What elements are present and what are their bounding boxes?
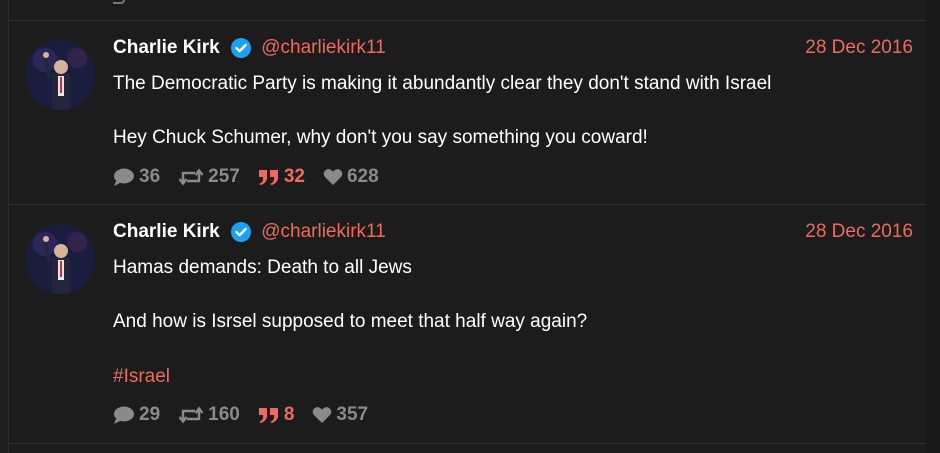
like-count[interactable]: 357 — [312, 404, 368, 426]
quote-count-value: 32 — [283, 166, 305, 187]
retweet-count-value: 257 — [208, 166, 240, 187]
tweet-header: Charlie Kirk @charliekirk11 28 Dec 2016 — [113, 221, 913, 247]
tweet-header: Charlie Kirk @charliekirk11 28 Dec 2016 — [113, 37, 913, 63]
like-count-value: 357 — [336, 404, 369, 425]
author-name[interactable]: Charlie Kirk — [113, 37, 220, 58]
like-count[interactable]: 628 — [323, 166, 379, 188]
comment-icon — [114, 168, 134, 186]
tweet-text-line: Hey Chuck Schumer, why don't you say som… — [113, 127, 648, 148]
author-handle[interactable]: @charliekirk11 — [261, 37, 386, 58]
retweet-count[interactable]: 160 — [178, 404, 240, 426]
reply-count-value: 36 — [139, 166, 161, 187]
tweet-feed: Charlie Kirk @charliekirk11 28 Dec 2016 … — [8, 0, 926, 453]
avatar[interactable] — [25, 40, 95, 110]
tweet-card[interactable]: Charlie Kirk @charliekirk11 28 Dec 2016 … — [9, 21, 925, 205]
tweet-text-line: And how is Isrsel supposed to meet that … — [113, 311, 588, 332]
like-count-value: 628 — [346, 166, 379, 187]
previous-tweet-stub — [9, 0, 925, 21]
tweet-stats: 36 257 32 628 — [113, 166, 397, 188]
comment-icon — [114, 406, 134, 424]
hashtag-link[interactable]: #Israel — [113, 366, 903, 388]
retweet-count[interactable]: 257 — [178, 166, 240, 188]
quote-count[interactable]: 8 — [258, 404, 295, 426]
retweet-count-value: 160 — [208, 404, 240, 425]
reply-count[interactable]: 36 — [113, 166, 160, 188]
reply-count[interactable]: 29 — [113, 404, 160, 426]
retweet-icon — [178, 406, 204, 424]
quote-icon — [258, 170, 278, 185]
quote-count-value: 8 — [283, 404, 295, 425]
author-name[interactable]: Charlie Kirk — [113, 221, 220, 242]
verified-badge-icon — [230, 222, 251, 242]
retweet-icon — [178, 168, 204, 186]
tweet-text-line: Hamas demands: Death to all Jews — [113, 257, 412, 278]
heart-icon — [313, 407, 332, 423]
reply-count-value: 29 — [139, 404, 161, 425]
quote-count[interactable]: 32 — [258, 166, 305, 188]
reply-icon — [113, 0, 125, 4]
tweet-card[interactable]: Charlie Kirk @charliekirk11 28 Dec 2016 … — [9, 205, 925, 444]
avatar[interactable] — [25, 224, 95, 294]
tweet-date[interactable]: 28 Dec 2016 — [805, 221, 913, 243]
tweet-date[interactable]: 28 Dec 2016 — [805, 37, 913, 59]
verified-badge-icon — [230, 38, 251, 58]
tweet-stats: 29 160 8 357 — [113, 404, 386, 426]
scrollbar-track[interactable] — [925, 0, 940, 453]
author-handle[interactable]: @charliekirk11 — [261, 221, 386, 242]
quote-icon — [258, 408, 278, 423]
heart-icon — [323, 169, 343, 185]
tweet-text-line: The Democratic Party is making it abunda… — [113, 73, 772, 94]
